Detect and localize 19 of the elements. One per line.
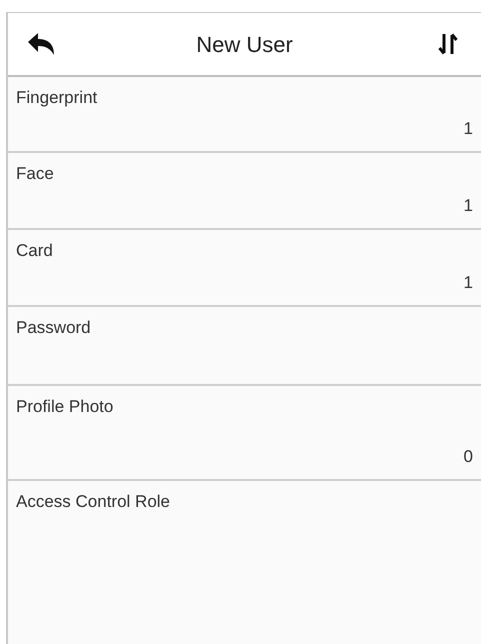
item-label: Profile Photo xyxy=(16,396,114,418)
menu-item[interactable]: Profile Photo 0 xyxy=(8,386,481,481)
item-label: Card xyxy=(16,240,53,262)
menu-item[interactable]: Access Control Role xyxy=(8,481,481,644)
item-value: 1 xyxy=(464,118,473,140)
menu-item[interactable]: Fingerprint 1 xyxy=(8,77,481,153)
page-title: New User xyxy=(196,30,293,58)
item-value: 0 xyxy=(464,446,473,468)
item-label: Password xyxy=(16,317,91,339)
item-label: Face xyxy=(16,163,54,185)
back-arrow-icon xyxy=(26,32,56,56)
item-value: 1 xyxy=(464,194,473,216)
item-label: Access Control Role xyxy=(16,491,170,513)
item-value: 1 xyxy=(464,272,473,294)
item-label: Fingerprint xyxy=(16,87,98,109)
sort-arrows-icon xyxy=(438,32,458,56)
menu-item[interactable]: Password xyxy=(8,307,481,386)
menu-item[interactable]: Face 1 xyxy=(8,153,481,230)
menu-item[interactable]: Card 1 xyxy=(8,230,481,307)
